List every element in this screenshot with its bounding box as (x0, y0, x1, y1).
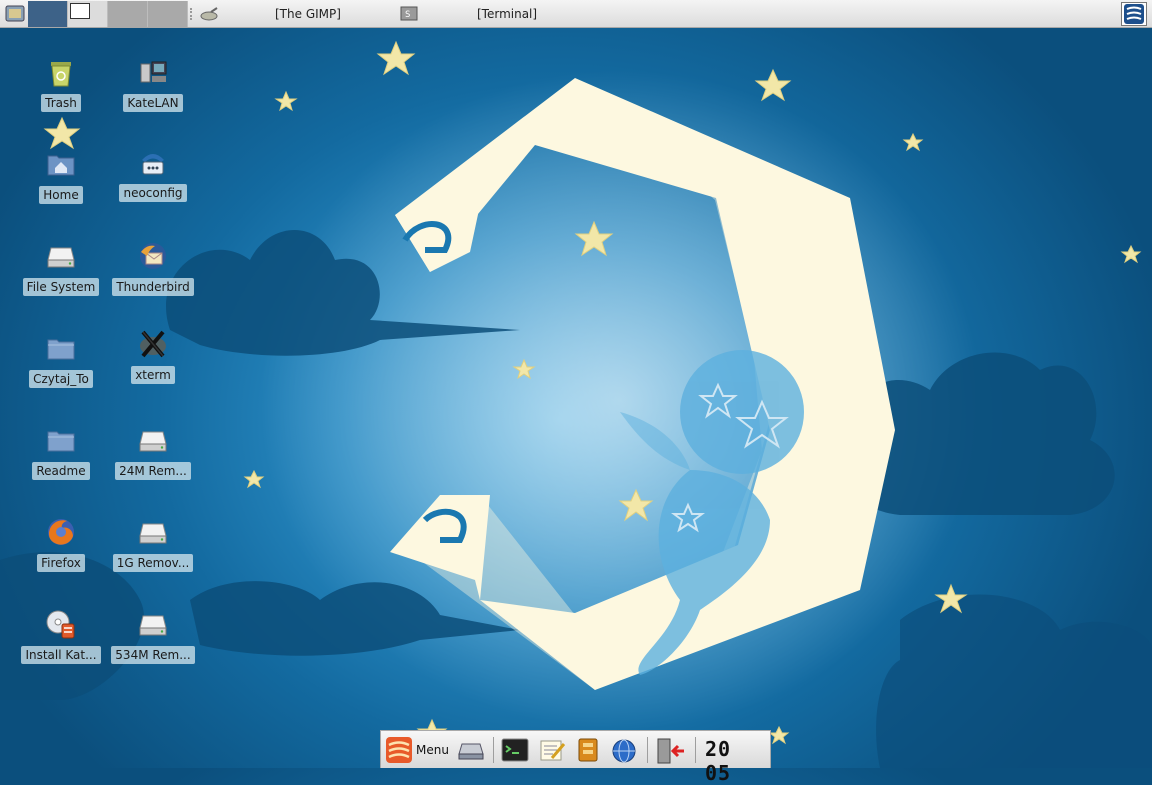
xfce-menu-icon[interactable] (1121, 2, 1147, 26)
desktop-icon-file-system[interactable]: File System (16, 240, 106, 299)
panel-separator (695, 737, 696, 763)
desktop-icon-xterm[interactable]: xterm (108, 328, 198, 387)
workspace-2[interactable]: 2 (68, 1, 108, 27)
desktop-icon-neoconfig[interactable]: neoconfig (108, 146, 198, 205)
workspace-1[interactable]: 1 (28, 1, 68, 27)
panel-separator (647, 737, 648, 763)
hard-drive-icon (45, 240, 77, 272)
desktop-icon-firefox[interactable]: Firefox (16, 516, 106, 575)
terminal-icon (501, 738, 529, 762)
desktop-icon-534m-removable[interactable]: 534M Rem... (108, 608, 198, 667)
terminal-launcher[interactable] (501, 738, 529, 765)
logout-icon (657, 738, 684, 764)
logout-button[interactable] (656, 738, 686, 767)
desktop-icon-label: KateLAN (123, 94, 183, 112)
firefox-icon (45, 516, 77, 548)
drive-icon (458, 743, 484, 760)
desktop-icon-24m-removable[interactable]: 24M Rem... (108, 424, 198, 483)
workspace-switcher: 1 2 3 4 (28, 1, 188, 27)
taskbar-grip-icon (190, 8, 194, 20)
text-editor-icon (540, 740, 566, 761)
workspace-4[interactable]: 4 (148, 1, 188, 27)
desktop-icon-label: Firefox (37, 554, 85, 572)
trash-icon (45, 56, 77, 88)
text-editor-launcher[interactable] (538, 738, 566, 765)
desktop-icon-label: Czytaj_To (29, 370, 93, 388)
task-gimp[interactable]: [The GIMP] (275, 0, 341, 28)
xfce-menu-icon (386, 737, 412, 763)
desktop-icon-label: Thunderbird (112, 278, 194, 296)
thunderbird-icon (137, 240, 169, 272)
desktop-icon-home[interactable]: Home (16, 148, 106, 207)
desktop-icon-katelan[interactable]: KateLAN (108, 56, 198, 115)
desktop-icon-czytaj-to[interactable]: Czytaj_To (16, 332, 106, 391)
network-icon (137, 56, 169, 88)
desktop-icon-label: 534M Rem... (111, 646, 195, 664)
removable-drive-icon (137, 424, 169, 456)
folder-icon (45, 332, 77, 364)
desktop-icon-label: Trash (41, 94, 81, 112)
clock[interactable]: 20 05 (705, 737, 770, 785)
top-panel: 1 2 3 4 [The GIMP] S [Terminal] (0, 0, 1152, 28)
desktop-icon-1g-removable[interactable]: 1G Remov... (108, 516, 198, 575)
drive-launcher[interactable] (457, 738, 485, 765)
desktop-icon-label: neoconfig (119, 184, 187, 202)
phone-config-icon (137, 146, 169, 178)
desktop-icon-label: Install Kat... (21, 646, 101, 664)
task-terminal[interactable]: [Terminal] (477, 0, 537, 28)
menu-label: Menu (416, 743, 449, 757)
panel-separator (493, 737, 494, 763)
desktop-icon-label: 1G Remov... (112, 554, 194, 572)
install-cd-icon (45, 608, 77, 640)
desktop-icon-label: xterm (131, 366, 175, 384)
terminal-icon[interactable]: S (398, 3, 420, 25)
file-manager-launcher[interactable] (576, 738, 600, 765)
svg-text:S: S (405, 10, 410, 20)
bottom-panel: Menu 20 05 (380, 730, 771, 785)
desktop-icon-install-katemoss[interactable]: Install Kat... (16, 608, 106, 667)
folder-icon (45, 424, 77, 456)
workspace-3[interactable]: 3 (108, 1, 148, 27)
desktop-icon-thunderbird[interactable]: Thunderbird (108, 240, 198, 299)
desktop-icon-label: Readme (32, 462, 90, 480)
desktop-icon-trash[interactable]: Trash (16, 56, 106, 115)
web-browser-icon (612, 739, 636, 763)
gimp-icon[interactable] (198, 3, 220, 25)
home-folder-icon (45, 148, 77, 180)
desktop-icon-label: 24M Rem... (115, 462, 191, 480)
desktop-show-icon[interactable] (4, 3, 26, 25)
xterm-icon (137, 328, 169, 360)
file-manager-icon (578, 738, 598, 762)
desktop-icon-label: Home (39, 186, 83, 204)
desktop-icon-readme[interactable]: Readme (16, 424, 106, 483)
removable-drive-icon (137, 516, 169, 548)
web-browser-launcher[interactable] (611, 738, 637, 767)
desktop-icon-label: File System (22, 278, 100, 296)
removable-drive-icon (137, 608, 169, 640)
